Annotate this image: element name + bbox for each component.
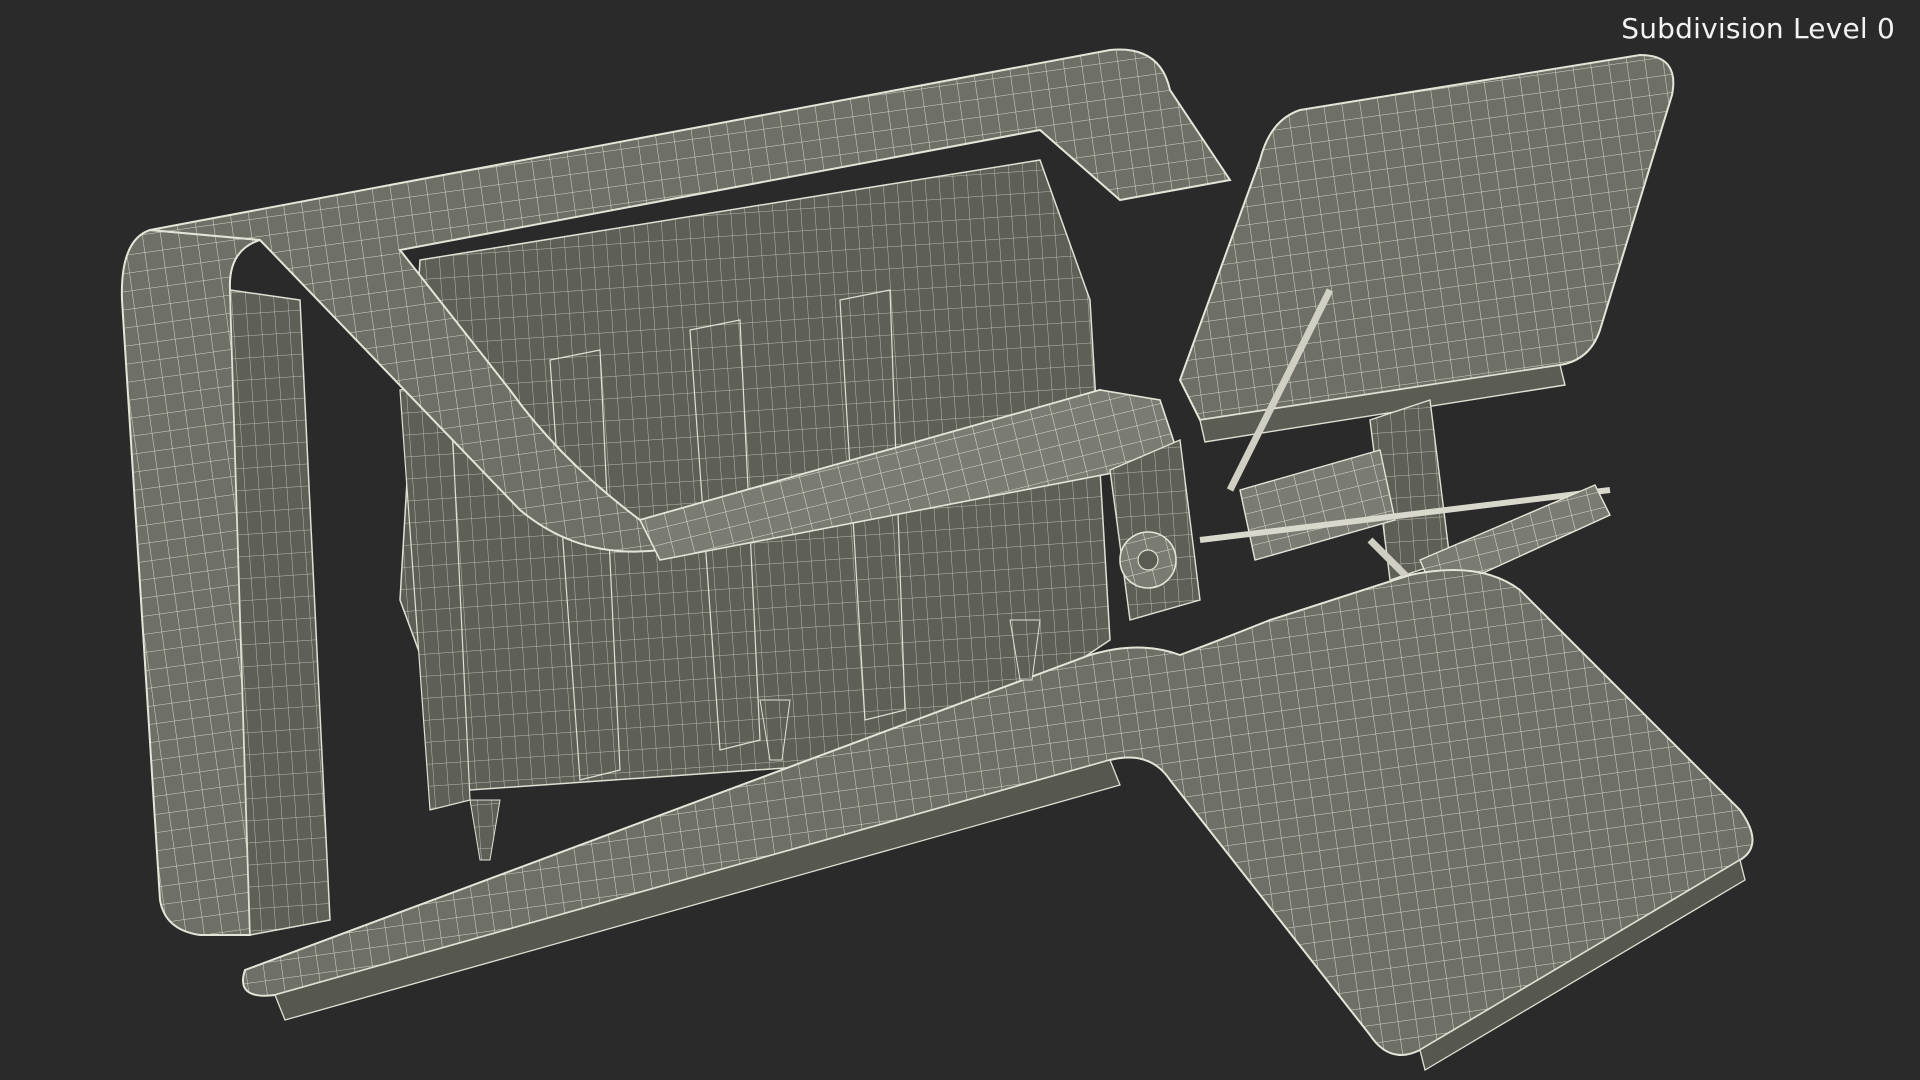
post-1 [469, 799, 501, 861]
hinged-lid [1178, 53, 1675, 422]
tray-base-plate-edge [274, 759, 1121, 1021]
render-viewport: Subdivision Level 0 [0, 0, 1920, 1080]
hinge-bracket-left [1109, 438, 1201, 621]
wireframe-model-render [120, 48, 1754, 1072]
hinge-pin-center [1137, 549, 1159, 571]
subdivision-level-label: Subdivision Level 0 [1621, 12, 1895, 45]
